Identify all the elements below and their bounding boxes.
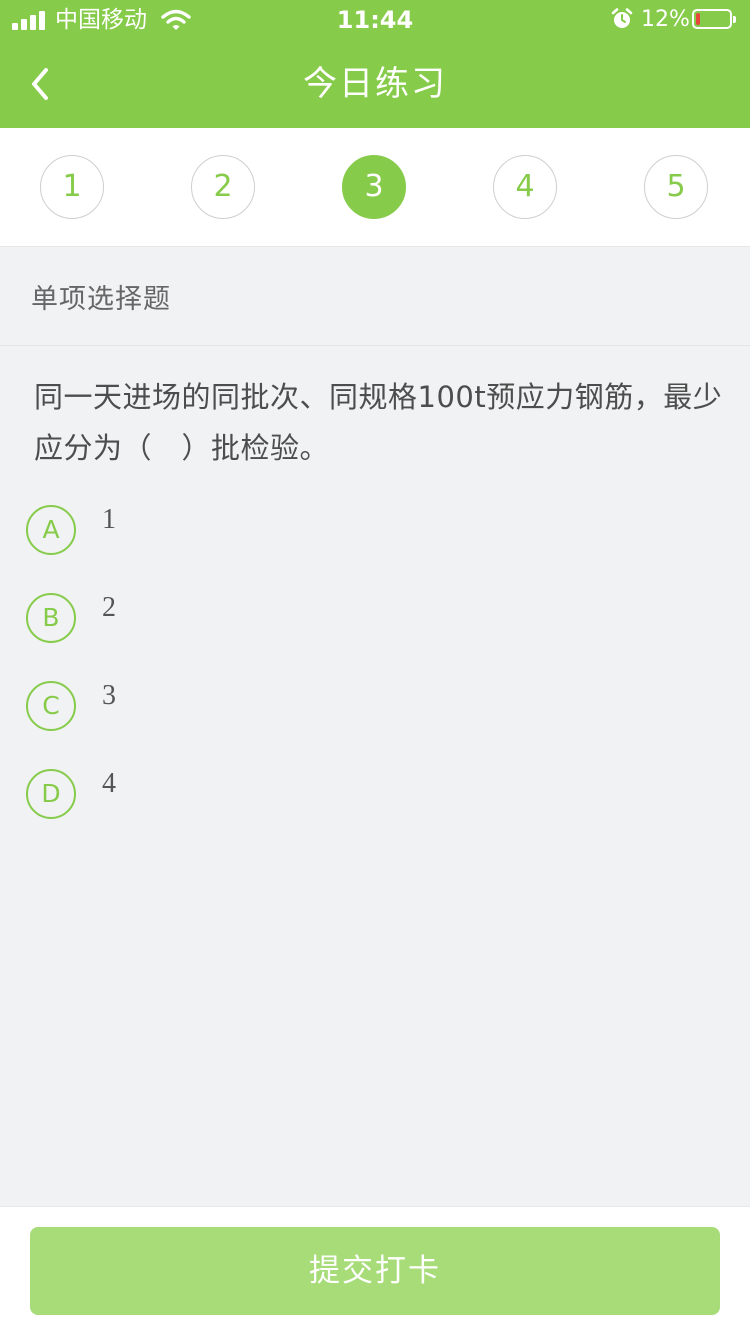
option-a[interactable]: A 1 <box>26 500 716 560</box>
option-text-d: 4 <box>102 768 116 799</box>
alarm-icon <box>611 8 633 28</box>
option-d[interactable]: D 4 <box>26 764 716 824</box>
option-letter-b: B <box>26 593 76 643</box>
option-text-b: 2 <box>102 592 116 623</box>
step-2[interactable]: 2 <box>191 155 255 219</box>
battery-percent: 12% <box>641 7 690 32</box>
question-type-bar: 单项选择题 <box>0 247 750 346</box>
option-text-c: 3 <box>102 680 116 711</box>
option-letter-a: A <box>26 505 76 555</box>
page-title: 今日练习 <box>303 64 447 104</box>
question-stepper: 1 2 3 4 5 <box>0 128 750 247</box>
option-letter-d: D <box>26 769 76 819</box>
status-time: 11:44 <box>336 6 414 34</box>
step-5[interactable]: 5 <box>644 155 708 219</box>
nav-bar: 今日练习 <box>0 40 750 128</box>
step-4[interactable]: 4 <box>493 155 557 219</box>
submit-checkin-button[interactable]: 提交打卡 <box>30 1227 720 1315</box>
option-c[interactable]: C 3 <box>26 676 716 736</box>
option-letter-c: C <box>26 681 76 731</box>
question-stem: 同一天进场的同批次、同规格100t预应力钢筋，最少应分为（ ）批检验。 <box>34 380 723 465</box>
status-bar: 中国移动 11:44 12% <box>0 0 750 40</box>
battery-icon <box>692 9 736 29</box>
option-text-a: 1 <box>102 504 116 535</box>
step-1[interactable]: 1 <box>40 155 104 219</box>
step-3[interactable]: 3 <box>342 155 406 219</box>
footer-bar: 提交打卡 <box>0 1206 750 1335</box>
question-type-label: 单项选择题 <box>31 284 171 315</box>
app-header: 中国移动 11:44 12% 今日练习 <box>0 0 750 128</box>
battery-level-fill <box>696 13 700 25</box>
option-b[interactable]: B 2 <box>26 588 716 648</box>
